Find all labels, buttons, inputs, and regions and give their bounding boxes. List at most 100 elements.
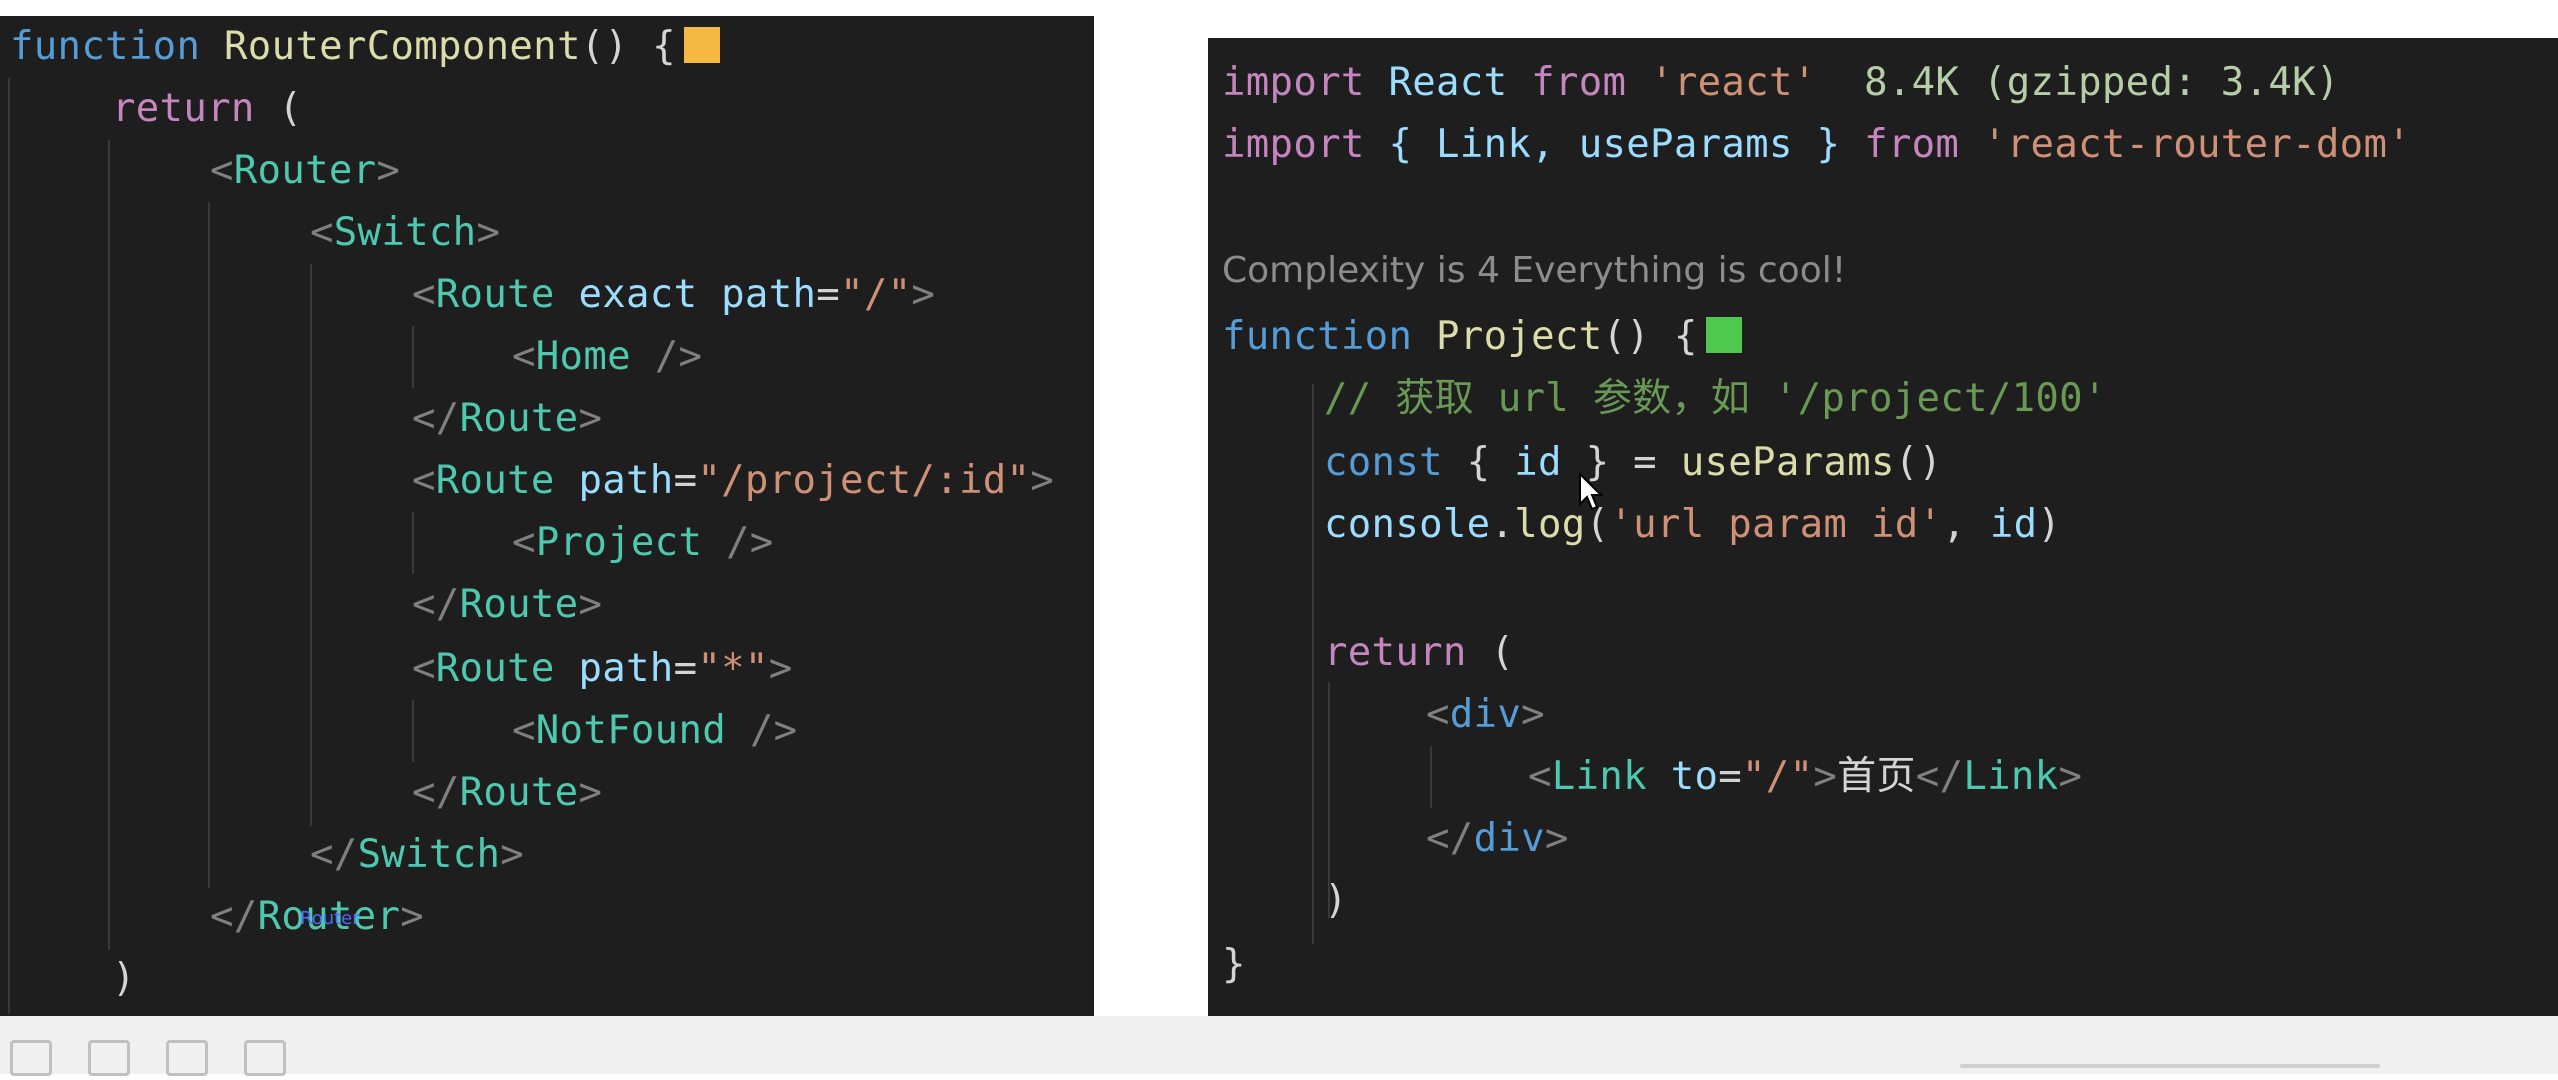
keyword: import [1222,60,1365,105]
punctuation: () { [1602,314,1698,359]
indent-guide [412,700,414,762]
color-swatch-icon [683,27,720,63]
jsx-tag: Route [459,770,579,815]
indent-guide [412,326,414,388]
code-line-fn: function Project() { [1222,306,1742,368]
code-line-13: </Route> [412,770,603,815]
code-line-close-paren: ) [1324,870,1348,932]
jsx-attr: exact [578,272,698,317]
bottom-strip [0,1016,2558,1074]
punctuation: , [1942,502,1990,547]
jsx-tag: Switch [333,210,477,255]
identifier: id [1514,440,1562,485]
string-value: 'react' [1650,60,1817,105]
code-line-link: <Link to="/">首页</Link> [1528,754,2083,799]
code-line-10: </Route> [412,582,603,627]
jsx-tag: div [1473,816,1545,861]
indent-guide [208,202,210,888]
link-text: 首页 [1837,754,1916,799]
punctuation: () [1894,440,1943,485]
jsx-tag: Link [1963,754,2059,799]
keyword: return [112,86,255,131]
jsx-attr: path [721,272,817,317]
string-value: "/" [1742,754,1814,799]
function-name: Project [1436,314,1603,359]
string-value: 'url param id' [1609,502,1943,547]
code-line-5: <Route exact path="/"> [412,272,936,317]
code-line-16: ) [112,948,136,1010]
left-code-panel: function RouterComponent() { return ( <R… [0,16,1094,1074]
code-line-3: <Router> [210,148,401,193]
jsx-tag: Link [1551,754,1647,799]
code-line-2: import { Link, useParams } from 'react-r… [1222,114,2411,176]
indent-guide [310,264,312,826]
jsx-tag: Router [233,148,377,193]
jsx-tag: Project [535,520,703,565]
string-value: "/" [840,272,912,317]
identifier: console [1324,502,1491,547]
code-line-return: return ( [1324,622,1514,684]
indent-guide [8,78,10,1014]
keyword: import [1222,122,1365,167]
thumbs-up-icon[interactable] [10,1040,52,1076]
punctuation: ) [2037,502,2062,547]
indent-guide [412,512,414,574]
code-line-comment: // 获取 url 参数，如 '/project/100' [1324,368,2107,430]
jsx-tag: NotFound [535,708,727,753]
identifier: React [1388,60,1508,105]
code-line-4: <Switch> [310,210,501,255]
complexity-lint-message: Complexity is 4 Everything is cool! [1222,250,1847,291]
jsx-tag: Route [459,396,579,441]
code-line-console: console.log('url param id', id) [1324,494,2061,556]
punctuation: ( [254,86,303,131]
jsx-tag: Route [459,582,579,627]
identifier: id [1989,502,2038,547]
code-line-14: </Switch> [310,832,525,877]
code-line-7: </Route> [412,396,603,441]
punctuation: { [1442,440,1515,485]
keyword: function [10,24,201,69]
identifier: { Link, useParams } [1388,122,1841,167]
import-size-badge: 8.4K (gzipped: 3.4K) [1864,60,2340,105]
share-icon[interactable] [244,1040,286,1076]
indent-guide [1312,384,1314,944]
keyword: return [1324,630,1467,675]
code-line-9: <Project /> [512,520,774,565]
toolbar-icons [10,1040,322,1080]
jsx-attr: to [1670,754,1719,799]
string-value: "/project/:id" [697,458,1031,503]
string-value: "*" [697,646,769,691]
keyword: const [1324,440,1443,485]
indent-guide [1430,746,1432,808]
keyword: from [1531,60,1627,105]
jsx-attr: path [578,646,674,691]
function-name: RouterComponent [224,24,581,69]
color-swatch-icon [1705,317,1742,353]
jsx-tag: Switch [357,832,501,877]
jsx-tag: div [1449,692,1522,737]
code-line-div-open: <div> [1426,692,1545,737]
comment-icon[interactable] [166,1040,208,1076]
jsx-attr: path [578,458,674,503]
jsx-tag: Route [435,646,555,691]
code-line-1: import React from 'react' 8.4K (gzipped:… [1222,52,2340,114]
punctuation: . [1490,502,1515,547]
indent-guide [108,140,110,950]
punctuation: ) [1324,878,1348,923]
string-value: 'react-router-dom' [1982,122,2412,167]
code-line-6: <Home /> [512,334,703,379]
scrollbar[interactable] [1960,1064,2380,1068]
code-line-1: function RouterComponent() { [10,16,720,78]
jsx-tag: Home [535,334,631,379]
punctuation: () { [580,24,676,69]
code-line-close-brace: } [1222,934,1246,996]
function-call: useParams [1680,440,1895,485]
code-line-div-close: </div> [1426,816,1569,861]
code-line-2: return ( [112,78,302,140]
code-line-8: <Route path="/project/:id"> [412,458,1055,503]
mouse-cursor-icon [1579,472,1604,511]
pencil-icon[interactable] [88,1040,130,1076]
function-call: log [1514,502,1586,547]
keyword: from [1864,122,1960,167]
punctuation: ( [1466,630,1515,675]
